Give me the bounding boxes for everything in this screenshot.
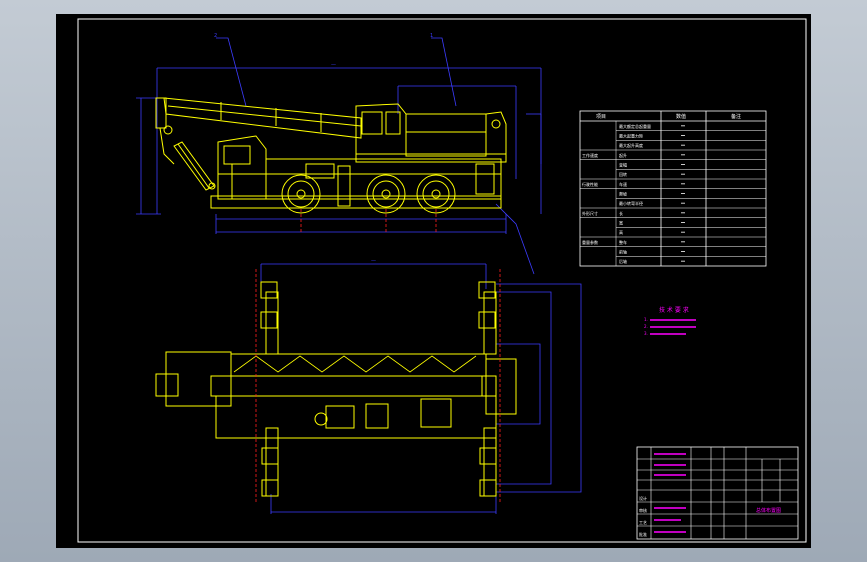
crane-side-view: — 2 1 [136, 33, 542, 275]
top-view-centerlines [255, 269, 501, 504]
spec-row-item: 前轴 [619, 249, 627, 255]
spec-header-note: 备注 [731, 113, 741, 120]
notes-title: 技 术 要 求 [659, 306, 689, 314]
part-number-2: 2 [214, 33, 217, 39]
spec-row-item: 车速 [619, 181, 627, 187]
crane-top-view: — [155, 258, 582, 514]
spec-row-group: 重量参数 [582, 239, 598, 245]
svg-text:—: — [371, 258, 376, 264]
spec-row-item: 宽 [619, 220, 623, 226]
note-1: 1. [644, 317, 648, 322]
carrier-chassis [210, 158, 502, 209]
technical-notes: 技 术 要 求 1. 2. 3. [644, 306, 696, 336]
carrier-cab [217, 135, 267, 200]
title-label-review: 审核 [639, 507, 647, 513]
spec-row-group: 工作速度 [582, 152, 598, 158]
spec-row-group: 外形尺寸 [582, 210, 598, 216]
spec-row-item: 最大额定总起重量 [619, 123, 651, 129]
spec-row-item: 整车 [619, 239, 627, 245]
spec-header-item: 项目 [596, 114, 606, 120]
top-view-carrier [155, 351, 517, 439]
title-label-process: 工艺 [639, 520, 647, 525]
part-number-1: 1 [430, 33, 433, 39]
top-view-boom [233, 355, 477, 373]
note-2: 2. [644, 324, 648, 329]
spec-row-item: 变幅 [619, 162, 627, 168]
note-3: 3. [644, 331, 648, 336]
spec-row-item: 爬坡 [619, 191, 627, 197]
spec-table: 最大额定总起重量最大起重力矩最大起升高度工作速度 起升变幅回转行驶性能 车速爬坡最小… [579, 110, 767, 267]
title-block: 总体布置图 设计 审核 工艺 批准 [636, 446, 799, 540]
drawing-sheet: — 2 1 最大额定总起重量最大起重力矩最大起升高度工作速度 起升变幅回转行驶性… [77, 18, 807, 543]
spec-header-value: 数值 [676, 113, 686, 120]
spec-row-item: 起升 [619, 152, 627, 158]
spec-row-item: 后轴 [619, 258, 627, 264]
axle-centerlines [300, 209, 437, 232]
spec-row-item: 高 [619, 229, 623, 235]
title-label-approve: 批准 [639, 531, 647, 537]
spec-row-item: 最大起升高度 [619, 142, 643, 148]
cad-viewport[interactable]: — 2 1 最大额定总起重量 最大起重力矩 最大起升高度 工作速度 起升 变幅 … [56, 14, 811, 548]
svg-text:—: — [331, 62, 336, 68]
telescopic-boom [155, 97, 362, 165]
spec-row-item: 长 [619, 210, 623, 216]
spec-row-group: 行驶性能 [582, 181, 598, 187]
operator-cab [355, 103, 507, 163]
spec-row-item: 最小转弯半径 [619, 200, 643, 206]
spec-row-item: 回转 [619, 171, 627, 177]
drawing-frame [77, 18, 807, 543]
outriggers [260, 281, 497, 497]
drawing-name: 总体布置图 [756, 507, 781, 514]
luffing-cylinder [173, 141, 216, 191]
wheels [281, 174, 456, 214]
spec-row-item: 最大起重力矩 [619, 133, 643, 139]
title-label-design: 设计 [639, 495, 647, 501]
